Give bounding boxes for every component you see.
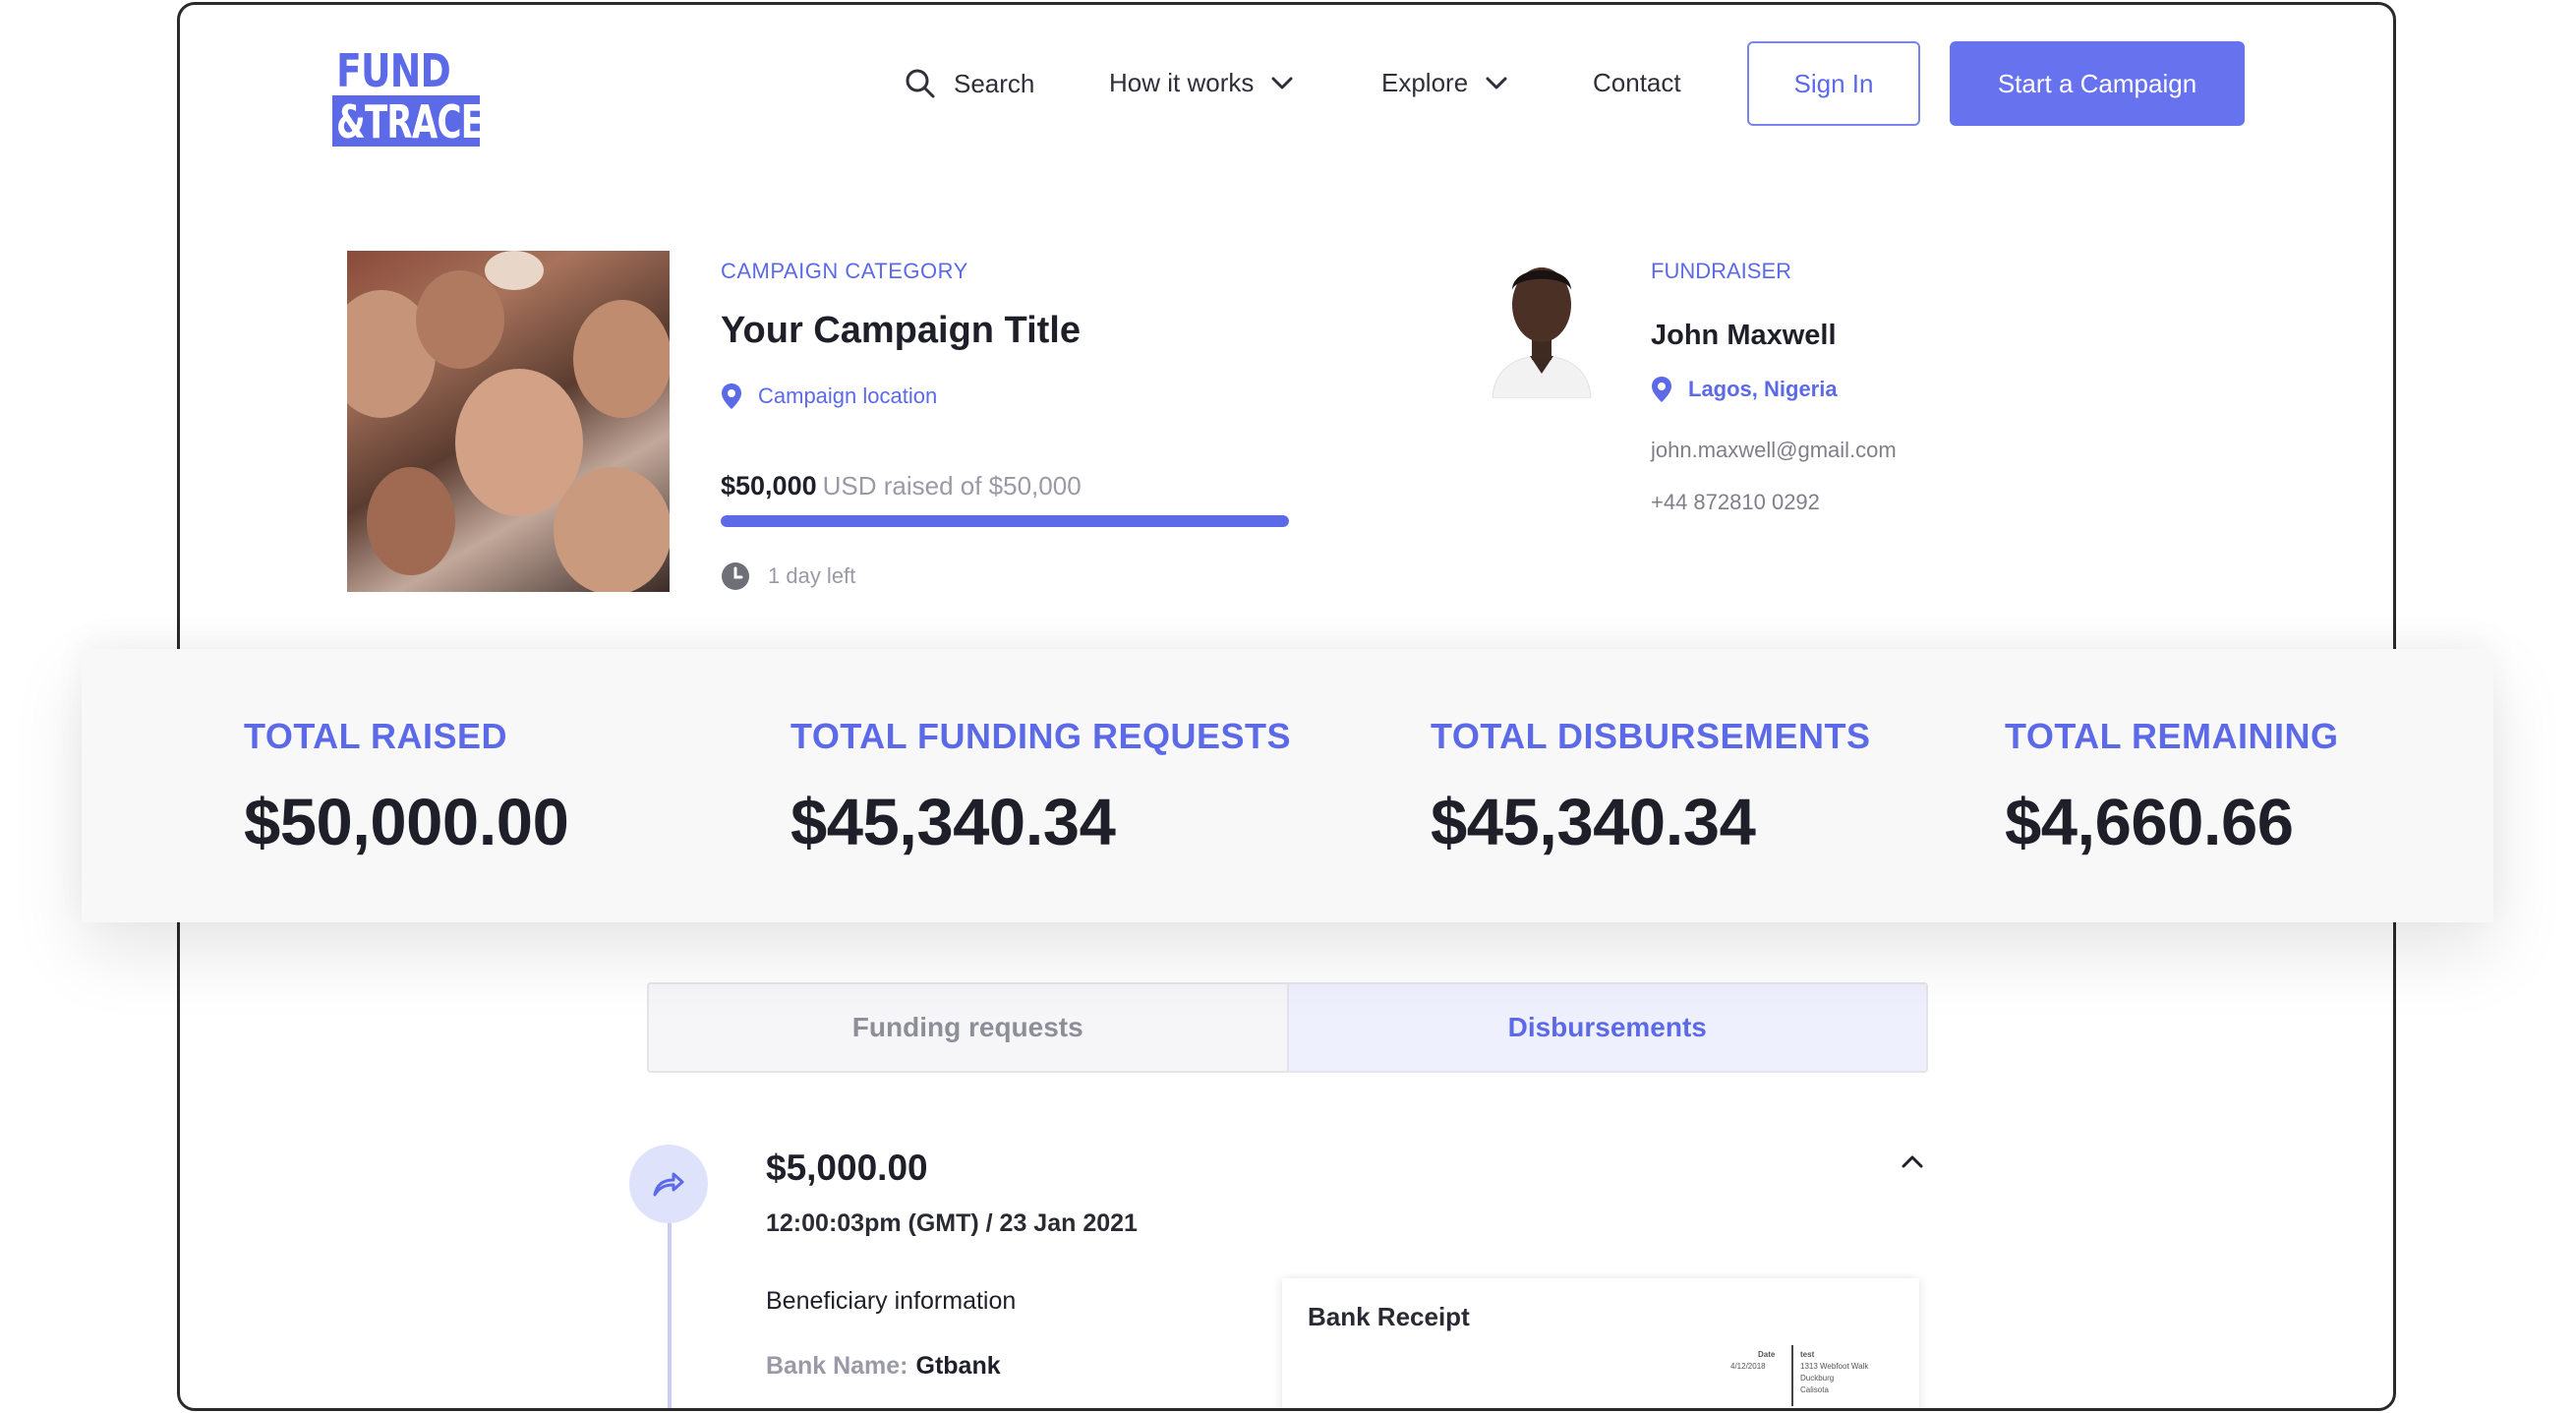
tab-disbursements[interactable]: Disbursements: [1286, 984, 1926, 1071]
fundraiser-email[interactable]: john.maxwell@gmail.com: [1651, 438, 1897, 463]
stat-label: TOTAL DISBURSEMENTS: [1431, 716, 1871, 756]
raised-summary: $50,000 USD raised of $50,000: [721, 471, 1082, 501]
bank-name-label: Bank Name:: [766, 1352, 908, 1380]
bank-name-value: Gtbank: [915, 1352, 1001, 1380]
nav-how-label: How it works: [1109, 68, 1255, 97]
funding-progress-bar: [721, 515, 1289, 527]
logo-line-1: FUND: [336, 44, 451, 97]
chevron-down-icon: [1271, 77, 1293, 88]
campaign-category: CAMPAIGN CATEGORY: [721, 259, 968, 283]
stat-label: TOTAL REMAINING: [2005, 716, 2339, 756]
disbursement-timestamp: 12:00:03pm (GMT) / 23 Jan 2021: [766, 1209, 1138, 1237]
nav-search[interactable]: Search: [905, 68, 1034, 99]
funding-progress-fill: [721, 515, 1289, 527]
timeline-marker: [629, 1145, 708, 1223]
receipt-name: test: [1800, 1350, 1815, 1359]
share-arrow-icon: [653, 1172, 684, 1197]
beneficiary-heading: Beneficiary information: [766, 1287, 1017, 1315]
nav-explore-label: Explore: [1381, 68, 1469, 97]
campaign-photo: [347, 251, 670, 592]
nav-contact-label: Contact: [1593, 68, 1681, 97]
campaign-location: Campaign location: [721, 383, 937, 410]
timeline-line: [668, 1222, 672, 1408]
raised-amount: $50,000: [721, 471, 817, 500]
brand-logo[interactable]: FUND &TRACE: [332, 44, 484, 148]
campaign-title: Your Campaign Title: [721, 310, 1081, 351]
clock-icon: [722, 562, 749, 590]
sign-in-button[interactable]: Sign In: [1747, 41, 1920, 126]
map-pin-icon: [1652, 377, 1671, 402]
start-campaign-button[interactable]: Start a Campaign: [1950, 41, 2245, 126]
receipt-address-2: Duckburg: [1800, 1374, 1835, 1383]
nav-explore[interactable]: Explore: [1381, 68, 1507, 98]
stat-value: $4,660.66: [2005, 786, 2294, 859]
nav-contact[interactable]: Contact: [1593, 68, 1681, 98]
receipt-title: Bank Receipt: [1308, 1302, 1470, 1331]
chevron-up-icon[interactable]: [1901, 1153, 1924, 1169]
stat-value: $50,000.00: [244, 786, 569, 859]
receipt-date-value: 4/12/2018: [1730, 1362, 1766, 1371]
receipt-address-3: Calisota: [1800, 1385, 1829, 1394]
fundraiser-avatar: [1473, 246, 1610, 398]
receipt-date-label: Date: [1758, 1350, 1776, 1359]
time-left-label: 1 day left: [768, 563, 856, 588]
fundraiser-name: John Maxwell: [1651, 320, 1837, 351]
fundraiser-location: Lagos, Nigeria: [1651, 376, 1838, 403]
nav-how-it-works[interactable]: How it works: [1109, 68, 1293, 98]
stat-total-funding-requests: TOTAL FUNDING REQUESTS $45,340.34: [790, 716, 1291, 860]
campaign-location-label: Campaign location: [758, 383, 938, 408]
chevron-down-icon: [1486, 77, 1507, 88]
stat-value: $45,340.34: [790, 786, 1116, 859]
search-icon: [906, 69, 935, 98]
nav-search-label: Search: [954, 68, 1035, 98]
raised-text: USD raised of $50,000: [822, 471, 1082, 500]
time-left: 1 day left: [721, 561, 855, 591]
disbursement-amount: $5,000.00: [766, 1148, 928, 1188]
stat-total-disbursements: TOTAL DISBURSEMENTS $45,340.34: [1431, 716, 1871, 860]
fundraiser-location-label: Lagos, Nigeria: [1688, 377, 1838, 401]
stat-label: TOTAL RAISED: [244, 716, 508, 756]
bank-name: Bank Name: Gtbank: [766, 1352, 1001, 1381]
stat-total-raised: TOTAL RAISED $50,000.00: [244, 716, 569, 860]
stat-label: TOTAL FUNDING REQUESTS: [790, 716, 1292, 756]
fundraiser-label: FUNDRAISER: [1651, 259, 1792, 283]
stat-total-remaining: TOTAL REMAINING $4,660.66: [2005, 716, 2339, 860]
fundraiser-phone[interactable]: +44 872810 0292: [1651, 490, 1820, 515]
logo-line-2: &TRACE: [336, 95, 484, 148]
totals-strip: TOTAL RAISED $50,000.00 TOTAL FUNDING RE…: [82, 649, 2493, 922]
disbursement-tabs: Funding requests Disbursements: [647, 982, 1928, 1073]
receipt-divider: [1791, 1345, 1793, 1406]
receipt-address-1: 1313 Webfoot Walk: [1800, 1362, 1869, 1371]
stat-value: $45,340.34: [1431, 786, 1756, 859]
tab-funding-requests[interactable]: Funding requests: [649, 984, 1287, 1071]
map-pin-icon: [722, 383, 741, 409]
bank-receipt[interactable]: Bank Receipt Date 4/12/2018 test 1313 We…: [1282, 1278, 1919, 1408]
